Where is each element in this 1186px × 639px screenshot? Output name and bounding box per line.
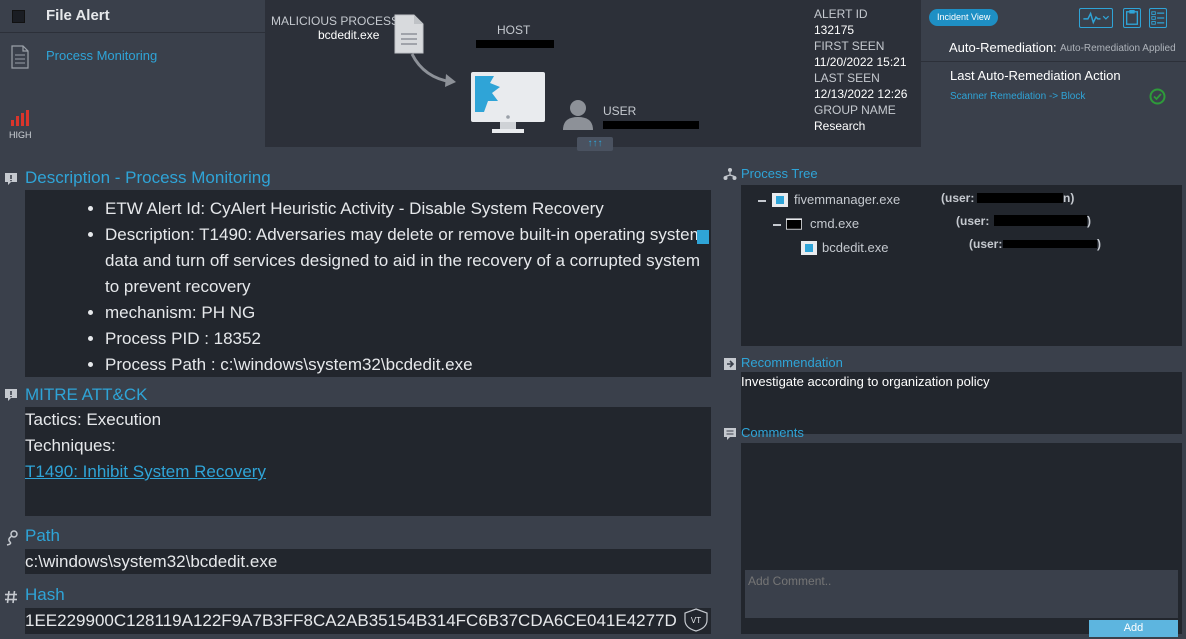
comments-title: Comments	[741, 425, 804, 440]
group-name-label: GROUP NAME	[814, 103, 896, 117]
infected-host-icon	[471, 72, 545, 133]
success-check-icon	[1149, 88, 1166, 105]
alert-id-value: 132175	[814, 23, 855, 37]
hash-value: 1EE229900C128119A122F9A7B3FF8CA2AB35154B…	[25, 608, 711, 634]
first-seen-label: FIRST SEEN	[814, 39, 885, 53]
virustotal-label: VT	[691, 616, 701, 625]
last-seen-label: LAST SEEN	[814, 71, 880, 85]
recommendation-panel: Investigate according to organization po…	[741, 372, 1182, 434]
last-seen-value: 12/13/2022 12:26	[814, 87, 908, 101]
description-panel: ETW Alert Id: CyAlert Heuristic Activity…	[25, 190, 711, 377]
list-icon[interactable]	[1149, 8, 1167, 28]
recommendation-text: Investigate according to organization po…	[741, 374, 990, 389]
process-icon	[801, 241, 817, 255]
tree-node-user-suffix: n)	[1063, 191, 1075, 205]
path-title: Path	[25, 526, 60, 545]
alert-id-label: ALERT ID	[814, 7, 868, 21]
host-name-redacted	[476, 40, 554, 48]
techniques-label: Techniques:	[25, 436, 116, 455]
tree-node-user-label: (user:	[956, 214, 990, 228]
group-name-value: Research	[814, 119, 866, 133]
process-icon	[772, 193, 788, 207]
mitre-panel: Tactics: Execution Techniques: T1490: In…	[25, 407, 711, 516]
path-value: c:\windows\system32\bcdedit.exe	[25, 549, 711, 574]
technique-link[interactable]: T1490: Inhibit System Recovery	[25, 459, 266, 485]
tree-node-user-label: (user:	[969, 237, 1003, 251]
file-icon	[394, 14, 424, 54]
user-label: USER	[603, 104, 637, 118]
list-item: mechanism: PH NG	[105, 300, 705, 326]
host-label: HOST	[497, 23, 531, 37]
recommendation-title: Recommendation	[741, 355, 843, 370]
tactics-text: Tactics: Execution	[25, 410, 162, 429]
user-icon	[563, 100, 593, 130]
alert-type-title: File Alert	[46, 7, 110, 24]
list-item: ETW Alert Id: CyAlert Heuristic Activity…	[105, 196, 705, 222]
terminal-icon	[786, 218, 802, 230]
alert-type-panel: File Alert Process Monitoring HIGH	[0, 0, 265, 147]
auto-remediation-value: Auto-Remediation Applied	[1060, 43, 1176, 54]
auto-remediation-label: Auto-Remediation:	[949, 40, 1057, 55]
hash-icon	[5, 590, 17, 604]
tree-node-user-suffix: )	[1097, 237, 1101, 251]
document-icon	[11, 45, 29, 69]
comments-icon	[724, 428, 736, 440]
user-name-redacted	[603, 121, 699, 129]
mitre-title: MITRE ATT&CK	[25, 385, 148, 404]
select-alert-checkbox[interactable]	[12, 10, 25, 23]
attack-arrow-icon	[410, 53, 456, 87]
malicious-process-label: MALICIOUS PROCESS	[271, 14, 400, 28]
alert-info: ALERT ID 132175 FIRST SEEN 11/20/2022 15…	[814, 6, 907, 134]
last-action-label: Last Auto-Remediation Action	[950, 68, 1121, 83]
collapse-icon[interactable]	[773, 224, 781, 226]
recommendation-icon	[724, 358, 736, 370]
severity-label: HIGH	[9, 130, 32, 140]
title-row: File Alert	[0, 0, 265, 33]
description-list: ETW Alert Id: CyAlert Heuristic Activity…	[105, 196, 705, 378]
list-item: Description: T1490: Adversaries may dele…	[105, 222, 705, 300]
scroll-marker[interactable]	[697, 230, 709, 244]
first-seen-value: 11/20/2022 15:21	[814, 55, 907, 69]
tree-node-name[interactable]: fivemmanager.exe	[794, 192, 900, 207]
user-name-redacted	[994, 215, 1087, 226]
divider	[921, 61, 1186, 62]
list-item: Process Path : c:\windows\system32\bcded…	[105, 352, 705, 378]
expand-button[interactable]: ↑↑↑	[577, 137, 613, 151]
last-action-link[interactable]: Scanner Remediation -> Block	[950, 91, 1085, 102]
process-tree-title: Process Tree	[741, 166, 818, 181]
process-tree-icon	[723, 168, 737, 180]
tree-node-name[interactable]: cmd.exe	[810, 216, 859, 231]
hash-title: Hash	[25, 585, 65, 604]
activity-dropdown-icon[interactable]	[1079, 8, 1113, 28]
comment-input[interactable]	[745, 570, 1178, 618]
info-speech-icon	[5, 173, 17, 185]
alert-subtype-link[interactable]: Process Monitoring	[46, 48, 157, 63]
process-tree-panel: fivemmanager.exe (user: n) cmd.exe (user…	[741, 185, 1182, 346]
clipboard-icon[interactable]	[1123, 8, 1141, 28]
user-name-redacted	[1003, 240, 1097, 248]
tree-node-name[interactable]: bcdedit.exe	[822, 240, 889, 255]
add-comment-button[interactable]: Add	[1089, 620, 1178, 637]
info-speech-icon	[5, 389, 17, 401]
virustotal-icon[interactable]: VT	[683, 608, 709, 632]
malicious-process-value: bcdedit.exe	[318, 28, 380, 42]
tree-node-user-suffix: )	[1087, 214, 1091, 228]
severity-bars-icon	[11, 110, 29, 126]
list-item: Process PID : 18352	[105, 326, 705, 352]
collapse-icon[interactable]	[758, 200, 766, 202]
alert-header: File Alert Process Monitoring HIGH MALIC…	[0, 0, 1186, 151]
user-name-redacted	[977, 193, 1063, 203]
remediation-panel: Incident View Auto-Remediation: Auto-Rem…	[921, 0, 1186, 147]
path-icon	[6, 530, 18, 546]
incident-view-button[interactable]: Incident View	[929, 9, 999, 26]
description-title: Description - Process Monitoring	[25, 168, 271, 187]
tree-node-user-label: (user:	[941, 191, 975, 205]
